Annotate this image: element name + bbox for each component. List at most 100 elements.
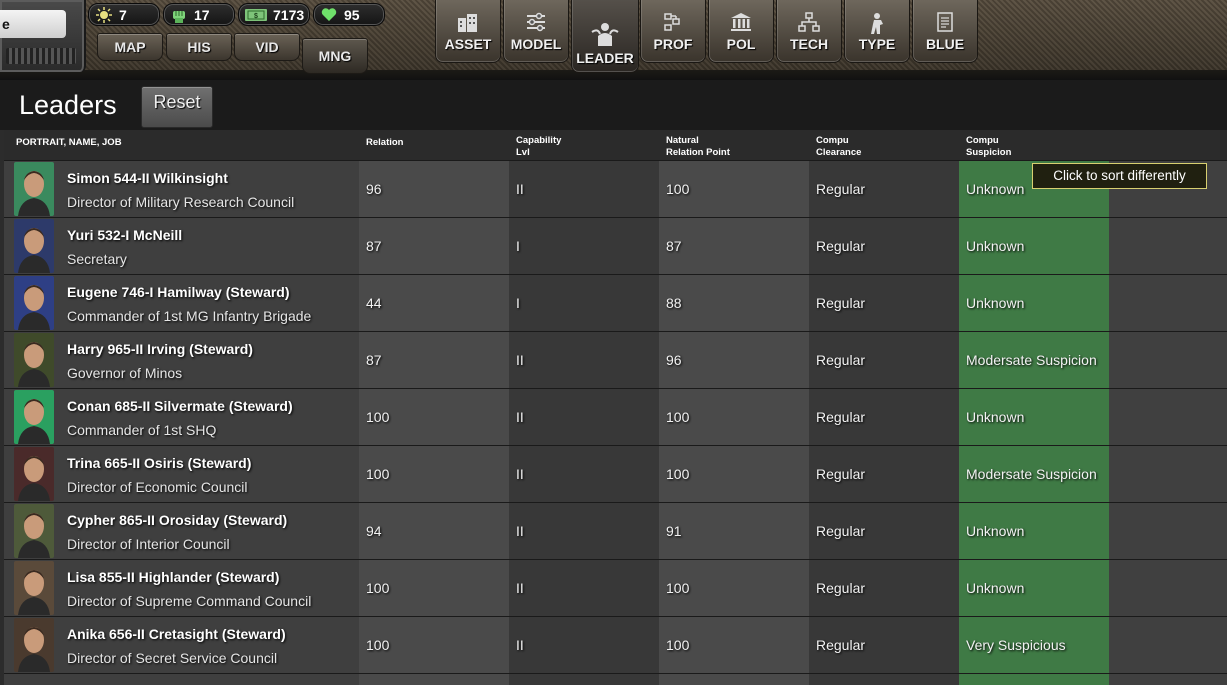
reset-button[interactable]: Reset <box>141 86 213 128</box>
nav-blue-label: BLUE <box>925 36 965 52</box>
nav-pol-label: POL <box>726 36 756 52</box>
table-row[interactable]: Anika 656-II Cretasight (Steward) Directo… <box>4 617 1227 674</box>
nav-tech-label: TECH <box>789 36 829 52</box>
table-row[interactable]: Yuri 532-I McNeill Secretary 87 I 87 Regular U… <box>4 218 1227 275</box>
capability-cell: I <box>516 295 520 311</box>
header-capability-line2: Lvl <box>516 147 530 158</box>
resource-money-value: 7173 <box>273 6 305 23</box>
tab-mng[interactable]: MNG <box>302 38 368 74</box>
clearance-cell: Regular <box>816 409 866 425</box>
chart-icon <box>641 12 705 35</box>
heart-icon <box>320 7 338 23</box>
header-suspicion-line2: Suspicion <box>966 147 1012 158</box>
leader-job: Commander of 1st MG Infantry Brigade <box>67 308 312 324</box>
header-name[interactable]: PORTRAIT, NAME, JOB <box>16 137 122 149</box>
table-header: PORTRAIT, NAME, JOB Relation Capability … <box>4 130 1227 161</box>
clearance-cell: Regular <box>816 580 866 596</box>
relation-cell: 100 <box>366 466 390 482</box>
leader-portrait <box>14 162 54 216</box>
nav-type[interactable]: TYPE <box>844 0 910 63</box>
header-natural-line1: Natural <box>666 135 699 146</box>
header-natural-line2: Relation Point <box>666 147 730 158</box>
resource-heart-value: 95 <box>344 6 360 23</box>
tab-map[interactable]: MAP <box>97 33 163 61</box>
nav-model[interactable]: MODEL <box>503 0 569 63</box>
suspicion-cell: Unknown <box>966 238 1025 254</box>
leader-name: Trina 665-II Osiris (Steward) <box>67 455 252 471</box>
nav-leader[interactable]: LEADER <box>571 0 639 73</box>
table-row[interactable]: Harry 965-II Irving (Steward) Governor of… <box>4 332 1227 389</box>
leader-job: Secretary <box>67 251 127 267</box>
relation-cell: 94 <box>366 523 382 539</box>
relation-cell: 100 <box>366 409 390 425</box>
leader-job: Director of Military Research Council <box>67 194 295 210</box>
header-capability-line1: Capability <box>516 135 562 146</box>
suspicion-cell: Modersate Suspicion <box>966 466 1097 482</box>
nav-asset-label: ASSET <box>444 36 492 52</box>
sort-tooltip: Click to sort differently <box>1032 163 1207 189</box>
leader-name: Lisa 855-II Highlander (Steward) <box>67 569 280 585</box>
nav-model-label: MODEL <box>510 36 562 52</box>
header-clearance-line2: Clearance <box>816 147 862 158</box>
header-clearance[interactable]: Compu Clearance <box>816 135 861 159</box>
relation-cell: 96 <box>366 181 382 197</box>
table-row[interactable]: Trina 665-II Osiris (Steward) Director of… <box>4 446 1227 503</box>
table-row[interactable]: Conan 685-II Silvermate (Steward) Command… <box>4 389 1227 446</box>
leader-portrait <box>14 390 54 444</box>
nav-leader-label: LEADER <box>576 50 634 66</box>
nav-blue[interactable]: BLUE <box>912 0 978 63</box>
sliders-icon <box>504 12 568 35</box>
clearance-cell: Regular <box>816 352 866 368</box>
tab-vid[interactable]: VID <box>234 33 300 61</box>
header-capability[interactable]: Capability Lvl <box>516 135 561 159</box>
natural-relation-cell: 100 <box>666 580 690 596</box>
search-field[interactable]: e <box>0 10 66 38</box>
capability-cell: II <box>516 466 524 482</box>
suspicion-cell: Very Suspicious <box>966 637 1066 653</box>
suspicion-cell: Unknown <box>966 523 1025 539</box>
clearance-cell: Regular <box>816 238 866 254</box>
capability-cell: II <box>516 523 524 539</box>
nav-asset[interactable]: ASSET <box>435 0 501 63</box>
resource-sun: 7 <box>88 3 160 26</box>
resource-fist: 17 <box>163 3 235 26</box>
table-row[interactable]: Eugene 746-I Hamilway (Steward) Commander… <box>4 275 1227 332</box>
nav-pol[interactable]: POL <box>708 0 774 63</box>
leader-portrait <box>14 219 54 273</box>
document-icon <box>913 12 977 35</box>
table-row[interactable]: Cypher 865-II Orosiday (Steward) Director… <box>4 503 1227 560</box>
relation-cell: 87 <box>366 238 382 254</box>
leader-job: Director of Interior Council <box>67 536 230 552</box>
leader-portrait <box>14 504 54 558</box>
money-icon: $ <box>245 7 267 23</box>
header-suspicion[interactable]: Compu Suspicion <box>966 135 1011 159</box>
natural-relation-cell: 100 <box>666 409 690 425</box>
natural-relation-cell: 100 <box>666 637 690 653</box>
natural-relation-cell: 88 <box>666 295 682 311</box>
header-suspicion-line1: Compu <box>966 135 999 146</box>
resource-money: $ 7173 <box>238 3 310 26</box>
natural-relation-cell: 87 <box>666 238 682 254</box>
vent-decoration <box>6 48 76 64</box>
leader-name: Conan 685-II Silvermate (Steward) <box>67 398 293 414</box>
suspicion-cell: Modersate Suspicion <box>966 352 1097 368</box>
header-relation[interactable]: Relation <box>366 137 403 149</box>
capability-cell: II <box>516 409 524 425</box>
hierarchy-icon <box>777 12 841 35</box>
leader-portrait <box>14 333 54 387</box>
natural-relation-cell: 100 <box>666 466 690 482</box>
natural-relation-cell: 96 <box>666 352 682 368</box>
nav-prof-label: PROF <box>653 36 693 52</box>
nav-prof[interactable]: PROF <box>640 0 706 63</box>
table-row[interactable]: Lisa 855-II Highlander (Steward) Director… <box>4 560 1227 617</box>
header-natural[interactable]: Natural Relation Point <box>666 135 730 159</box>
suspicion-cell: Unknown <box>966 580 1025 596</box>
relation-cell: 100 <box>366 580 390 596</box>
nav-tech[interactable]: TECH <box>776 0 842 63</box>
leader-name: Yuri 532-I McNeill <box>67 227 183 243</box>
clearance-cell: Regular <box>816 523 866 539</box>
buildings-icon <box>436 12 500 35</box>
leader-job: Director of Economic Council <box>67 479 248 495</box>
tab-his[interactable]: HIS <box>166 33 232 61</box>
leader-job: Governor of Minos <box>67 365 183 381</box>
